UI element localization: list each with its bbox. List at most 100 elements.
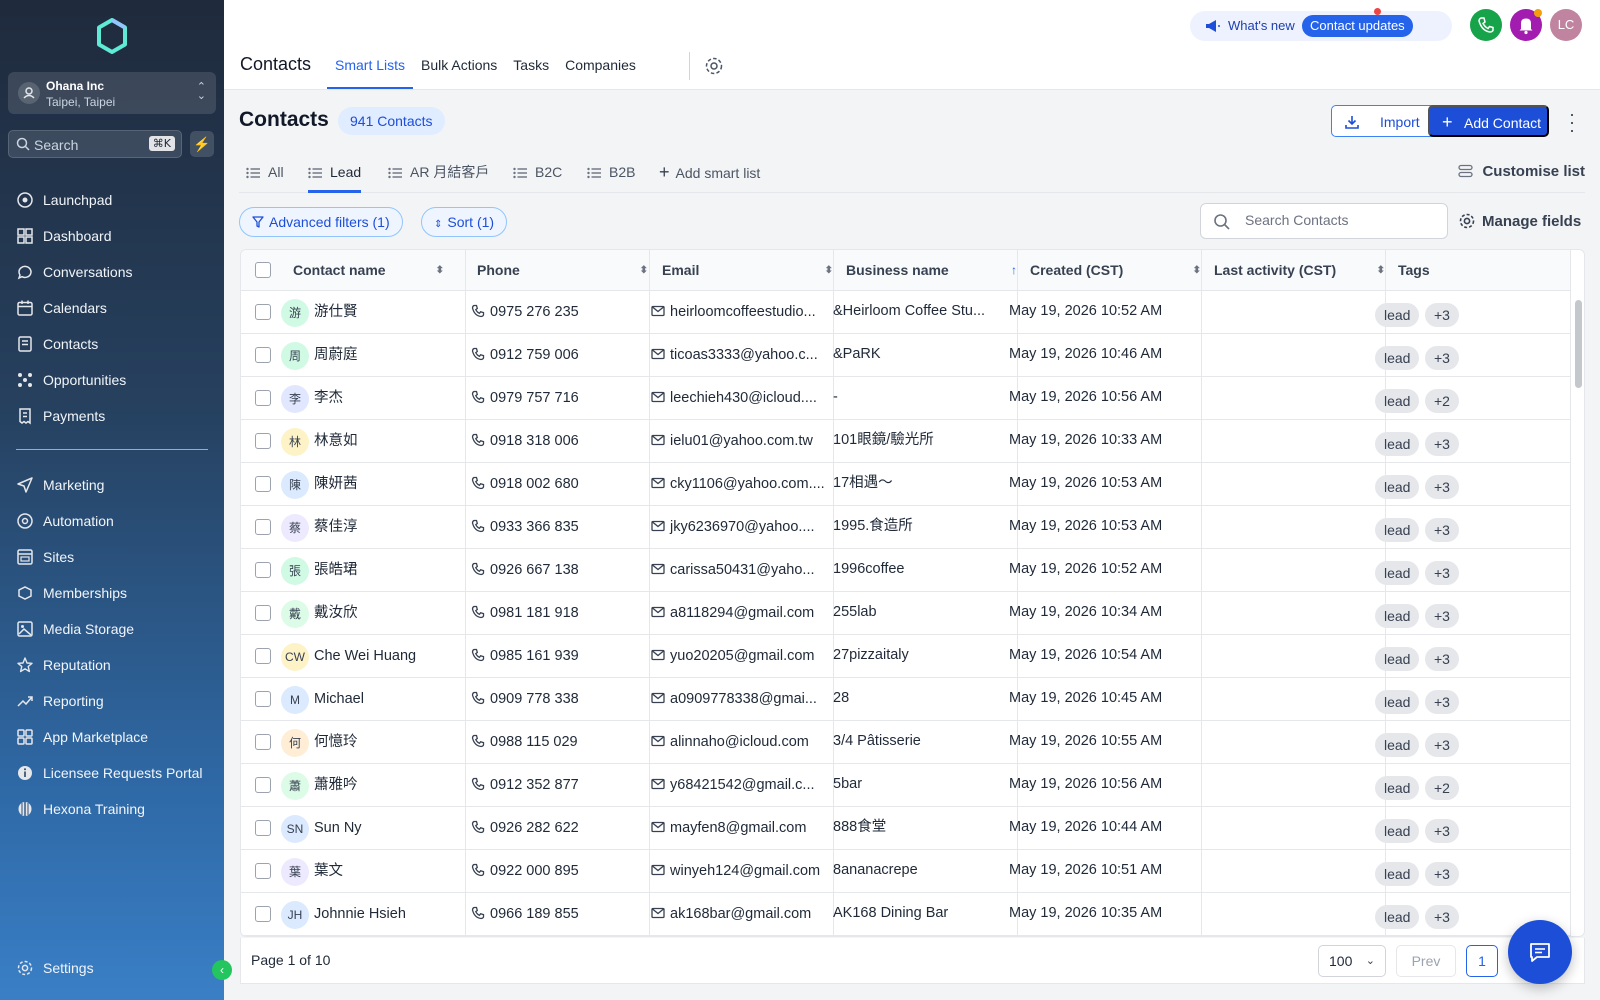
contact-name-link[interactable]: 戴汝欣	[314, 592, 459, 635]
tag-pill[interactable]: lead	[1375, 303, 1420, 327]
chat-widget-button[interactable]	[1508, 920, 1572, 984]
tag-pill[interactable]: lead	[1375, 647, 1420, 671]
email-cell[interactable]: winyeh124@gmail.com	[651, 850, 827, 893]
phone-cell[interactable]: 0985 161 939	[471, 635, 643, 678]
column-header-contact-name[interactable]: Contact name ⬍	[293, 250, 458, 291]
quick-actions-bolt-icon[interactable]: ⚡	[190, 131, 214, 157]
row-checkbox[interactable]	[255, 476, 271, 492]
table-row[interactable]: 何何憶玲 0988 115 029 alinnaho@icloud.com 3/4 P…	[241, 721, 1571, 764]
table-row[interactable]: 陳陳妍茜 0918 002 680 cky1106@yahoo.com.... 17相…	[241, 463, 1571, 506]
contact-name-link[interactable]: 李杰	[314, 377, 459, 420]
phone-cell[interactable]: 0933 366 835	[471, 506, 643, 549]
tag-pill[interactable]: lead	[1375, 604, 1420, 628]
sidebar-item-sites[interactable]: Sites	[0, 539, 224, 575]
settings-gear-icon[interactable]	[704, 56, 724, 76]
phone-cell[interactable]: 0926 667 138	[471, 549, 643, 592]
sidebar-item-payments[interactable]: Payments	[0, 398, 224, 434]
email-cell[interactable]: ticoas3333@yahoo.c...	[651, 334, 827, 377]
phone-cell[interactable]: 0981 181 918	[471, 592, 643, 635]
tag-pill[interactable]: lead	[1375, 475, 1420, 499]
table-row[interactable]: M Michael 0909 778 338 a0909778338@gmai... 2…	[241, 678, 1571, 721]
phone-cell[interactable]: 0966 189 855	[471, 893, 643, 936]
search-contacts-input[interactable]	[1245, 212, 1435, 228]
sort-button[interactable]: ⇕ Sort (1)	[421, 207, 508, 237]
account-switcher[interactable]: Ohana Inc Taipei, Taipei ⌃ ⌄	[8, 72, 216, 114]
sidebar-item-hexona-training[interactable]: Hexona Training	[0, 791, 224, 827]
phone-cell[interactable]: 0988 115 029	[471, 721, 643, 764]
search-contacts-field[interactable]	[1200, 203, 1448, 239]
tag-pill[interactable]: lead	[1375, 733, 1420, 757]
email-cell[interactable]: leechieh430@icloud....	[651, 377, 827, 420]
sidebar-item-automation[interactable]: Automation	[0, 503, 224, 539]
tab-bulk-actions[interactable]: Bulk Actions	[413, 0, 505, 90]
more-tags-pill[interactable]: +3	[1425, 819, 1459, 843]
sidebar-item-calendars[interactable]: Calendars	[0, 290, 224, 326]
contact-updates-pill[interactable]: Contact updates	[1302, 15, 1413, 37]
contact-name-link[interactable]: Johnnie Hsieh	[314, 893, 459, 936]
sidebar-item-reputation[interactable]: Reputation	[0, 647, 224, 683]
contact-name-link[interactable]: 游仕賢	[314, 291, 459, 334]
add-contact-button[interactable]: + Add Contact	[1428, 105, 1549, 137]
smart-list-tab-b2b[interactable]: B2B	[587, 152, 635, 192]
phone-cell[interactable]: 0979 757 716	[471, 377, 643, 420]
email-cell[interactable]: a0909778338@gmai...	[651, 678, 827, 721]
phone-cell[interactable]: 0975 276 235	[471, 291, 643, 334]
table-row[interactable]: SN Sun Ny 0926 282 622 mayfen8@gmail.com 888…	[241, 807, 1571, 850]
row-checkbox[interactable]	[255, 863, 271, 879]
sidebar-item-licensee-requests-portal[interactable]: Licensee Requests Portal	[0, 755, 224, 791]
more-tags-pill[interactable]: +3	[1425, 604, 1459, 628]
table-row[interactable]: CW Che Wei Huang 0985 161 939 yuo20205@gmai…	[241, 635, 1571, 678]
row-checkbox[interactable]	[255, 605, 271, 621]
contact-name-link[interactable]: 葉文	[314, 850, 459, 893]
row-checkbox[interactable]	[255, 390, 271, 406]
more-tags-pill[interactable]: +3	[1425, 690, 1459, 714]
more-tags-pill[interactable]: +3	[1425, 905, 1459, 929]
phone-button[interactable]	[1470, 9, 1502, 41]
row-checkbox[interactable]	[255, 562, 271, 578]
more-tags-pill[interactable]: +3	[1425, 733, 1459, 757]
sidebar-item-media-storage[interactable]: Media Storage	[0, 611, 224, 647]
tab-tasks[interactable]: Tasks	[505, 0, 557, 90]
phone-cell[interactable]: 0918 002 680	[471, 463, 643, 506]
email-cell[interactable]: ak168bar@gmail.com	[651, 893, 827, 936]
tab-companies[interactable]: Companies	[557, 0, 644, 90]
sidebar-item-launchpad[interactable]: Launchpad	[0, 182, 224, 218]
table-row[interactable]: 蔡蔡佳淳 0933 366 835 jky6236970@yahoo.... 1995…	[241, 506, 1571, 549]
prev-page-button[interactable]: Prev	[1396, 945, 1456, 977]
sidebar-item-app-marketplace[interactable]: App Marketplace	[0, 719, 224, 755]
advanced-filters-button[interactable]: Advanced filters (1)	[239, 207, 403, 237]
email-cell[interactable]: heirloomcoffeestudio...	[651, 291, 827, 334]
contact-name-link[interactable]: 林意如	[314, 420, 459, 463]
table-row[interactable]: 蕭蕭雅吟 0912 352 877 y68421542@gmail.c... 5bar…	[241, 764, 1571, 807]
tag-pill[interactable]: lead	[1375, 905, 1420, 929]
email-cell[interactable]: carissa50431@yaho...	[651, 549, 827, 592]
email-cell[interactable]: jky6236970@yahoo....	[651, 506, 827, 549]
sidebar-item-opportunities[interactable]: Opportunities	[0, 362, 224, 398]
more-tags-pill[interactable]: +3	[1425, 303, 1459, 327]
table-row[interactable]: JH Johnnie Hsieh 0966 189 855 ak168bar@gmai…	[241, 893, 1571, 936]
email-cell[interactable]: alinnaho@icloud.com	[651, 721, 827, 764]
column-header-created[interactable]: Created (CST) ⬍	[1030, 250, 1215, 291]
column-header-business-name[interactable]: Business name ↑	[846, 250, 1031, 291]
select-all-checkbox[interactable]	[255, 262, 271, 278]
email-cell[interactable]: yuo20205@gmail.com	[651, 635, 827, 678]
user-avatar[interactable]: LC	[1550, 9, 1582, 41]
contact-name-link[interactable]: Michael	[314, 678, 459, 721]
whats-new-banner[interactable]: What's new Contact updates	[1190, 8, 1452, 41]
table-row[interactable]: 李李杰 0979 757 716 leechieh430@icloud.... - Ma…	[241, 377, 1571, 420]
tag-pill[interactable]: lead	[1375, 776, 1420, 800]
smart-list-tab-ar[interactable]: AR 月結客戶	[388, 152, 489, 192]
tag-pill[interactable]: lead	[1375, 561, 1420, 585]
column-header-email[interactable]: Email ⬍	[662, 250, 847, 291]
table-row[interactable]: 游游仕賢 0975 276 235 heirloomcoffeestudio... &…	[241, 291, 1571, 334]
contact-name-link[interactable]: 蔡佳淳	[314, 506, 459, 549]
sidebar-item-settings[interactable]: Settings	[0, 950, 224, 986]
tag-pill[interactable]: lead	[1375, 432, 1420, 456]
email-cell[interactable]: y68421542@gmail.c...	[651, 764, 827, 807]
page-number-button[interactable]: 1	[1466, 945, 1498, 977]
sidebar-item-conversations[interactable]: Conversations	[0, 254, 224, 290]
email-cell[interactable]: a8118294@gmail.com	[651, 592, 827, 635]
sidebar-item-memberships[interactable]: Memberships	[0, 575, 224, 611]
per-page-select[interactable]: 100 ⌄	[1318, 945, 1386, 977]
customise-list-button[interactable]: Customise list	[1458, 152, 1585, 192]
